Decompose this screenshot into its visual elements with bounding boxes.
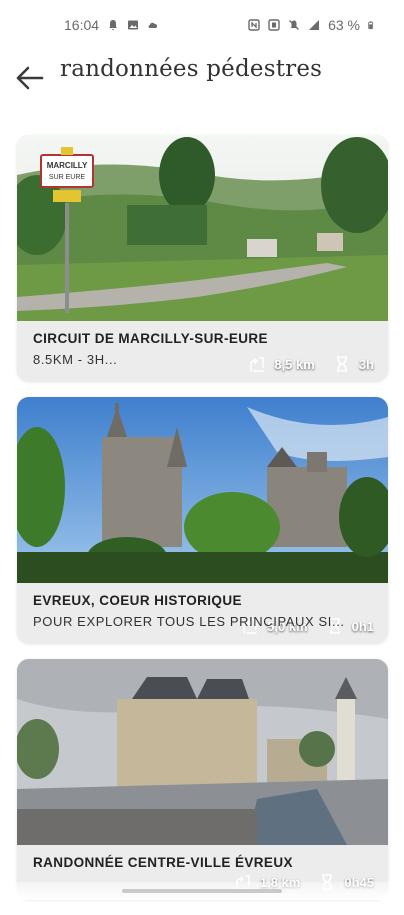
trail-image [17, 397, 388, 583]
sign-text-line2: SUR EURE [49, 174, 86, 181]
trail-list: MARCILLY SUR EURE 8,5 km 3h CIRCUIT DE M… [17, 135, 388, 915]
status-right: 63 % [248, 17, 376, 33]
back-button[interactable] [14, 64, 46, 92]
battery-icon [368, 21, 374, 30]
app-header: randonnées pédestres [0, 54, 404, 98]
notification-bell-icon [109, 20, 118, 31]
arrow-left-icon [16, 66, 44, 90]
vibrate-icon [268, 19, 280, 31]
trail-title: RANDONNÉE CENTRE-VILLE ÉVREUX [33, 855, 293, 870]
signal-icon [309, 20, 320, 30]
trail-card[interactable]: 1,8 km 0h45 RANDONNÉE CENTRE-VILLE ÉVREU… [17, 659, 388, 899]
cloud-icon [148, 22, 158, 28]
trail-title: CIRCUIT DE MARCILLY-SUR-EURE [33, 331, 268, 346]
trail-image [17, 659, 388, 845]
status-left: 16:04 [64, 17, 159, 33]
trail-image: MARCILLY SUR EURE [17, 135, 388, 321]
card-text: EVREUX, COEUR HISTORIQUE POUR EXPLORER T… [33, 593, 372, 629]
trail-subtitle: POUR EXPLORER TOUS LES PRINCIPAUX SI... [33, 614, 345, 629]
page-title: randonnées pédestres [60, 56, 323, 82]
trail-subtitle: 8.5KM - 3H... [33, 352, 118, 367]
mute-icon [289, 20, 300, 30]
home-indicator[interactable] [122, 889, 282, 893]
trail-title: EVREUX, COEUR HISTORIQUE [33, 593, 242, 608]
trail-card[interactable]: 5,0 km 0h1 EVREUX, COEUR HISTORIQUE POUR… [17, 397, 388, 643]
nfc-icon [248, 19, 260, 31]
gallery-icon [128, 20, 139, 30]
sign-text-line1: MARCILLY [47, 161, 88, 170]
battery-percent: 63 % [328, 17, 360, 33]
status-bar: 16:04 63 % [0, 0, 404, 50]
trail-card[interactable]: MARCILLY SUR EURE 8,5 km 3h CIRCUIT DE M… [17, 135, 388, 381]
status-time: 16:04 [64, 17, 100, 33]
card-text: RANDONNÉE CENTRE-VILLE ÉVREUX [33, 855, 372, 876]
card-text: CIRCUIT DE MARCILLY-SUR-EURE 8.5KM - 3H.… [33, 331, 372, 367]
